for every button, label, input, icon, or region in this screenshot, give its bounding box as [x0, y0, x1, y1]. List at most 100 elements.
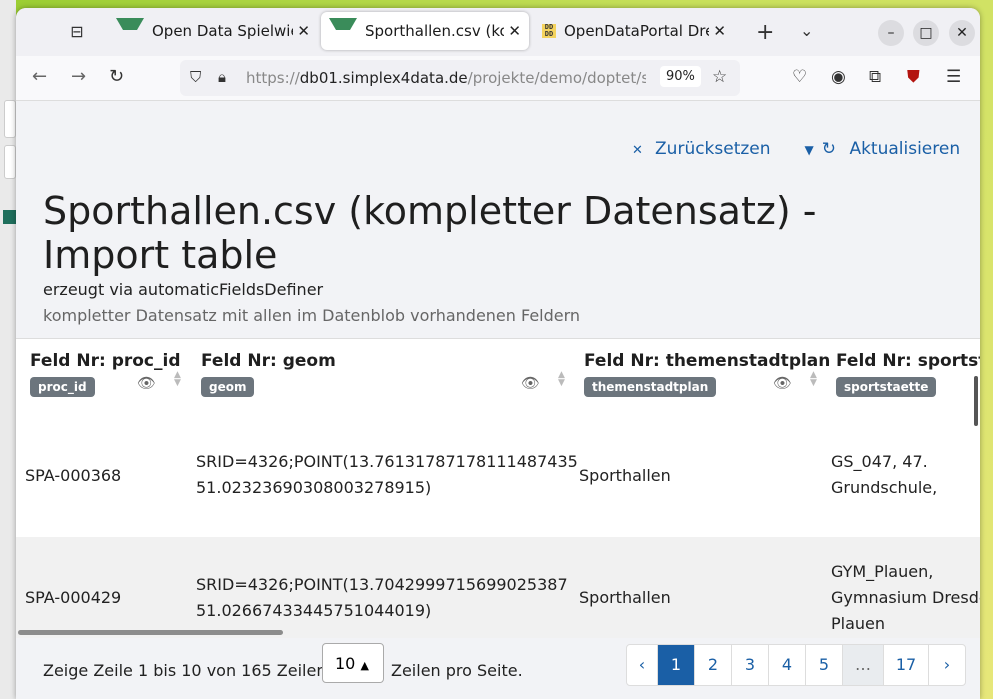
eye-icon[interactable]: 👁︎	[137, 374, 156, 392]
reset-button[interactable]: ✕ Zurücksetzen	[632, 139, 779, 159]
tab-opendataportal-dresden[interactable]: DDDD OpenDataPortal Dresd ✕	[534, 12, 734, 50]
sort-icon[interactable]: ▲ ▼	[174, 371, 181, 388]
account-icon[interactable]: ◉	[831, 67, 846, 87]
column-header-themenstadtplan[interactable]: Feld Nr: themenstadtplan themenstadtplan	[584, 351, 830, 397]
page-button-5[interactable]: 5	[805, 645, 842, 685]
row-range-text: Zeige Zeile 1 bis 10 von 165 Zeilen.	[43, 661, 332, 680]
per-page-label: Zeilen pro Seite.	[391, 661, 523, 680]
page-ellipsis: …	[842, 645, 883, 685]
page-subtitle: erzeugt via automaticFieldsDefiner	[43, 280, 324, 299]
field-badge: proc_id	[30, 377, 95, 397]
page-content: ✕ Zurücksetzen ▼ ↻ Aktualisieren Sporthall…	[16, 101, 980, 699]
page-button-2[interactable]: 2	[694, 645, 731, 685]
cell-sportstaette-line: Gymnasium Dresde	[831, 588, 980, 607]
table-row[interactable]: SPA-000368 SRID=4326;POINT(13.7613178717…	[16, 419, 980, 537]
previous-page-button[interactable]: ‹	[627, 645, 657, 685]
reload-icon[interactable]: ↻	[109, 66, 124, 87]
page-button-4[interactable]: 4	[768, 645, 805, 685]
page-button-17[interactable]: 17	[883, 645, 928, 685]
column-label: Feld Nr: themenstadtplan	[584, 351, 831, 371]
reset-label: Zurücksetzen	[655, 139, 771, 159]
refresh-button[interactable]: ↻ Aktualisieren	[822, 139, 968, 159]
url-prefix: https://	[246, 69, 300, 87]
cell-sportstaette-line: GYM_Plauen,	[831, 562, 934, 581]
maximize-icon[interactable]: □	[913, 20, 939, 46]
url-path: /projekte/demo/doptet/s	[467, 69, 646, 87]
ublock-icon[interactable]: ⛊	[907, 67, 920, 87]
close-tab-icon[interactable]: ✕	[713, 22, 726, 40]
sort-icon[interactable]: ▲ ▼	[810, 371, 817, 388]
bookmark-star-icon[interactable]: ☆	[712, 67, 727, 87]
background-window-strip	[4, 145, 16, 179]
column-header-geom[interactable]: Feld Nr: geom geom	[201, 351, 336, 397]
url-text[interactable]: https://db01.simplex4data.de/projekte/de…	[246, 69, 646, 87]
extensions-icon[interactable]: ⧉	[869, 67, 881, 87]
green-triangle-favicon-icon	[329, 18, 357, 44]
zoom-level[interactable]: 90%	[660, 66, 701, 87]
tab-sporthallen-csv[interactable]: Sporthallen.csv (kompl ✕	[321, 12, 529, 50]
green-triangle-favicon-icon	[116, 18, 144, 44]
pocket-icon[interactable]: ♡	[792, 67, 807, 87]
cell-geom-line: 51.02667433445751044019)	[196, 601, 432, 620]
refresh-icon: ↻	[821, 139, 842, 159]
column-header-proc-id[interactable]: Feld Nr: proc_id proc_id	[30, 351, 181, 397]
menu-icon[interactable]: ☰	[946, 67, 961, 87]
caret-up-icon: ▲	[360, 659, 369, 672]
field-badge: geom	[201, 377, 255, 397]
cell-geom-line: SRID=4326;POINT(13.76131787178111487435	[196, 452, 578, 471]
column-label: Feld Nr: proc_id	[30, 351, 181, 371]
page-button-1[interactable]: 1	[657, 645, 694, 685]
shield-icon[interactable]: ⛉	[190, 68, 201, 86]
desktop-background-edge	[0, 0, 16, 699]
next-page-button[interactable]: ›	[928, 645, 965, 685]
pagination: ‹ 1 2 3 4 5 … 17 ›	[626, 644, 966, 686]
table-pagination-footer: Zeige Zeile 1 bis 10 von 165 Zeilen. 10 …	[16, 638, 980, 699]
close-tab-icon[interactable]: ✕	[297, 22, 310, 40]
forward-icon[interactable]: →	[71, 66, 86, 87]
tab-open-data-spielwiese[interactable]: Open Data Spielwiese ✕	[108, 12, 318, 50]
close-window-icon[interactable]: ✕	[949, 20, 975, 46]
tab-overview-icon[interactable]: ⊟	[66, 22, 88, 42]
url-host: db01.simplex4data.de	[299, 69, 468, 87]
tab-title: Sporthallen.csv (kompl	[365, 22, 505, 40]
column-label: Feld Nr: sportstae	[836, 351, 980, 371]
list-all-tabs-icon[interactable]: ⌄	[800, 21, 813, 40]
column-header-sportstaette[interactable]: Feld Nr: sportstae sportstaette	[836, 351, 980, 397]
back-icon[interactable]: ←	[32, 66, 47, 87]
dd-favicon-icon: DD DD	[542, 24, 556, 38]
field-badge: sportstaette	[836, 377, 937, 397]
page-size-select[interactable]: 10 ▲	[322, 643, 384, 683]
minimize-icon[interactable]: –	[878, 20, 904, 46]
horizontal-scrollbar[interactable]	[18, 630, 283, 635]
cell-themenstadtplan: Sporthallen	[579, 588, 671, 607]
cell-sportstaette-line: Plauen	[831, 614, 886, 633]
cell-sportstaette-line: GS_047, 47.	[831, 452, 928, 471]
field-badge: themenstadtplan	[584, 377, 717, 397]
dropdown-caret-icon[interactable]: ▼	[805, 143, 814, 157]
close-tab-icon[interactable]: ✕	[508, 22, 521, 40]
navigation-toolbar: ← → ↻ ⛉ 🔒︎ https://db01.simplex4data.de/…	[16, 56, 980, 101]
vertical-scrollbar[interactable]	[974, 376, 978, 426]
close-icon: ✕	[632, 143, 648, 158]
browser-window: ⊟ Open Data Spielwiese ✕ Sporthallen.csv…	[16, 8, 980, 699]
cell-themenstadtplan: Sporthallen	[579, 466, 671, 485]
tab-bar: ⊟ Open Data Spielwiese ✕ Sporthallen.csv…	[16, 8, 980, 56]
data-table: Feld Nr: proc_id proc_id 👁︎ ▲ ▼ Feld Nr: …	[16, 338, 980, 639]
new-tab-icon[interactable]: +	[756, 20, 774, 45]
eye-icon[interactable]: 👁︎	[521, 374, 540, 392]
cell-geom-line: 51.02323690308003278915)	[196, 478, 432, 497]
page-description: kompletter Datensatz mit allen im Datenb…	[43, 306, 581, 325]
eye-icon[interactable]: 👁︎	[773, 374, 792, 392]
table-row[interactable]: SPA-000429 SRID=4326;POINT(13.7042999715…	[16, 537, 980, 639]
page-button-3[interactable]: 3	[731, 645, 768, 685]
tab-title: Open Data Spielwiese	[152, 22, 293, 40]
cell-proc-id: SPA-000429	[25, 588, 122, 607]
url-bar[interactable]: ⛉ 🔒︎ https://db01.simplex4data.de/projek…	[180, 60, 740, 96]
lock-icon[interactable]: 🔒︎	[218, 68, 226, 86]
sort-icon[interactable]: ▲ ▼	[558, 371, 565, 388]
cell-geom-line: SRID=4326;POINT(13.7042999715699025387	[196, 575, 568, 594]
column-label: Feld Nr: geom	[201, 351, 336, 371]
background-window-strip	[4, 100, 16, 138]
cell-sportstaette-line: Grundschule,	[831, 478, 938, 497]
page-title: Sporthallen.csv (kompletter Datensatz) -…	[43, 189, 817, 277]
